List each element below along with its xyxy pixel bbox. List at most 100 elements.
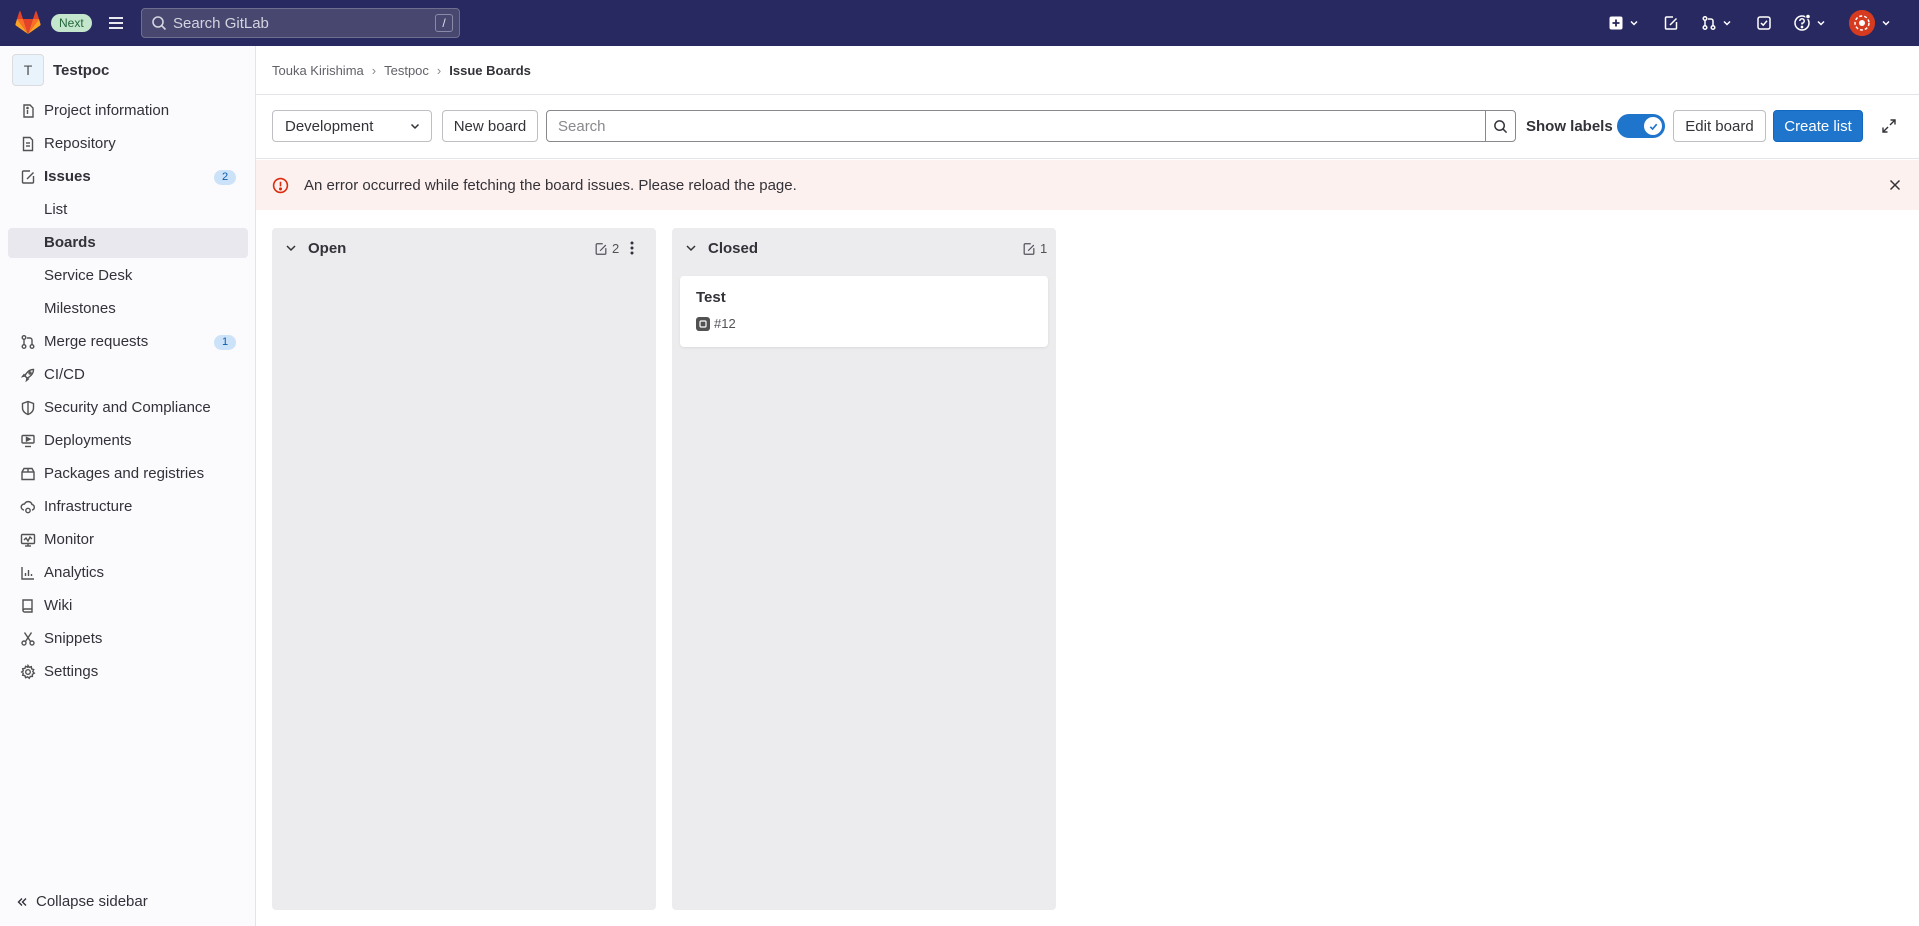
todo-check-icon — [1757, 16, 1771, 30]
sidebar-item-list[interactable]: List — [8, 195, 248, 225]
board-list-issue-count: 2 — [594, 241, 619, 256]
main-content: Touka Kirishima › Testpoc › Issue Boards… — [256, 46, 1919, 926]
board-list-title: Closed — [708, 240, 759, 257]
sidebar-item-project-information[interactable]: Project information — [8, 96, 248, 126]
issues-icon — [1023, 242, 1035, 255]
document-icon — [22, 136, 34, 152]
info-icon — [23, 104, 34, 118]
create-new-dropdown[interactable] — [1608, 12, 1640, 34]
show-labels-label: Show labels — [1526, 118, 1613, 135]
chevron-down-icon[interactable] — [284, 241, 298, 255]
avatar-pattern-icon — [1849, 10, 1875, 36]
sidebar-item-label: List — [44, 201, 68, 218]
sidebar-item-boards[interactable]: Boards — [8, 228, 248, 258]
plus-square-icon — [1609, 16, 1623, 30]
chevron-down-icon — [410, 123, 420, 130]
collapse-sidebar-label: Collapse sidebar — [36, 893, 148, 910]
sidebar-item-label: Merge requests — [44, 333, 149, 350]
sidebar-item-issues[interactable]: Issues 2 — [8, 162, 248, 192]
maximize-icon[interactable] — [1881, 118, 1897, 134]
sidebar-item-label: Repository — [44, 135, 116, 152]
sidebar-item-settings[interactable]: Settings — [8, 657, 248, 687]
merge-requests-dropdown[interactable] — [1701, 12, 1733, 34]
breadcrumb: Touka Kirishima › Testpoc › Issue Boards — [272, 63, 531, 78]
breadcrumb-item-project[interactable]: Testpoc — [384, 63, 429, 78]
error-alert-message: An error occurred while fetching the boa… — [304, 177, 797, 194]
sidebar-item-ci-cd[interactable]: CI/CD — [8, 360, 248, 390]
issues-icon — [1664, 16, 1678, 30]
issue-card-ref: #12 — [714, 316, 736, 331]
issue-card-title[interactable]: Test — [696, 289, 726, 306]
sidebar-item-snippets[interactable]: Snippets — [8, 624, 248, 654]
issues-icon — [595, 242, 607, 255]
sidebar-item-label: Monitor — [44, 531, 95, 548]
board-search-submit-button[interactable] — [1485, 110, 1516, 142]
book-icon — [22, 599, 33, 613]
sidebar-item-label: Packages and registries — [44, 465, 205, 482]
sidebar-item-security-and-compliance[interactable]: Security and Compliance — [8, 393, 248, 423]
collapse-sidebar-button[interactable]: Collapse sidebar — [16, 893, 148, 910]
board-list-header: Open 2 — [272, 228, 656, 268]
project-name: Testpoc — [53, 61, 110, 79]
sidebar-item-service-desk[interactable]: Service Desk — [8, 261, 248, 291]
next-badge[interactable]: Next — [51, 14, 92, 32]
edit-board-button[interactable]: Edit board — [1673, 110, 1766, 142]
sidebar-item-label: Deployments — [44, 432, 132, 449]
todos-shortcut[interactable] — [1756, 12, 1772, 34]
search-placeholder: Search GitLab — [173, 14, 269, 32]
sidebar-item-merge-requests[interactable]: Merge requests 1 — [8, 327, 248, 357]
sidebar-item-packages-and-registries[interactable]: Packages and registries — [8, 459, 248, 489]
sidebar-item-label: CI/CD — [44, 366, 85, 383]
user-menu-chevron[interactable] — [1880, 12, 1892, 34]
deployments-icon — [21, 434, 35, 448]
snippet-icon — [21, 632, 35, 646]
chevron-down-icon[interactable] — [684, 241, 698, 255]
issues-icon — [21, 170, 35, 184]
sidebar: T Testpoc Project information Repository… — [0, 46, 256, 926]
board-search-placeholder: Search — [558, 117, 606, 135]
board-select-dropdown[interactable]: Development — [272, 110, 432, 142]
issues-count-badge: 2 — [214, 170, 236, 185]
create-list-button[interactable]: Create list — [1773, 110, 1863, 142]
search-icon — [152, 16, 167, 31]
issues-shortcut[interactable] — [1663, 12, 1679, 34]
sidebar-item-wiki[interactable]: Wiki — [8, 591, 248, 621]
help-dropdown[interactable] — [1793, 12, 1827, 34]
sidebar-item-milestones[interactable]: Milestones — [8, 294, 248, 324]
cloud-gear-icon — [20, 500, 35, 514]
sidebar-item-label: Infrastructure — [44, 498, 133, 515]
search-icon — [1494, 119, 1508, 133]
hamburger-menu-icon[interactable] — [106, 13, 126, 33]
breadcrumb-separator-icon: › — [371, 63, 377, 78]
sidebar-item-deployments[interactable]: Deployments — [8, 426, 248, 456]
breadcrumb-item-user[interactable]: Touka Kirishima — [272, 63, 364, 78]
show-labels-toggle[interactable] — [1617, 114, 1665, 138]
merge-request-icon — [1702, 15, 1716, 31]
sidebar-item-label: Snippets — [44, 630, 103, 647]
kebab-menu-icon[interactable] — [624, 240, 640, 256]
breadcrumb-item-current[interactable]: Issue Boards — [449, 63, 531, 78]
sidebar-item-label: Issues — [44, 168, 91, 185]
chevron-down-icon — [1817, 20, 1825, 26]
board-toolbar: Development New board Search Show labels… — [256, 95, 1919, 159]
gitlab-logo-icon[interactable] — [14, 9, 42, 37]
new-board-button[interactable]: New board — [442, 110, 538, 142]
board-select-value: Development — [285, 117, 374, 135]
sidebar-item-analytics[interactable]: Analytics — [8, 558, 248, 588]
sidebar-item-infrastructure[interactable]: Infrastructure — [8, 492, 248, 522]
check-icon — [1649, 123, 1657, 130]
board-list-header: Closed 1 — [672, 228, 1056, 268]
global-search-input[interactable]: Search GitLab / — [141, 8, 460, 38]
board-list-closed: Closed 1 Test #12 — [672, 228, 1056, 910]
board-search-input[interactable]: Search — [546, 110, 1486, 142]
sidebar-project-link[interactable]: T Testpoc — [12, 54, 109, 86]
project-avatar: T — [12, 54, 44, 86]
chevron-down-icon — [1723, 20, 1731, 26]
user-avatar[interactable] — [1849, 10, 1875, 36]
sidebar-item-repository[interactable]: Repository — [8, 129, 248, 159]
close-icon[interactable] — [1887, 177, 1903, 193]
sidebar-item-label: Project information — [44, 102, 170, 119]
issue-card[interactable]: Test #12 — [680, 276, 1048, 347]
sidebar-item-monitor[interactable]: Monitor — [8, 525, 248, 555]
monitor-icon — [20, 533, 36, 547]
